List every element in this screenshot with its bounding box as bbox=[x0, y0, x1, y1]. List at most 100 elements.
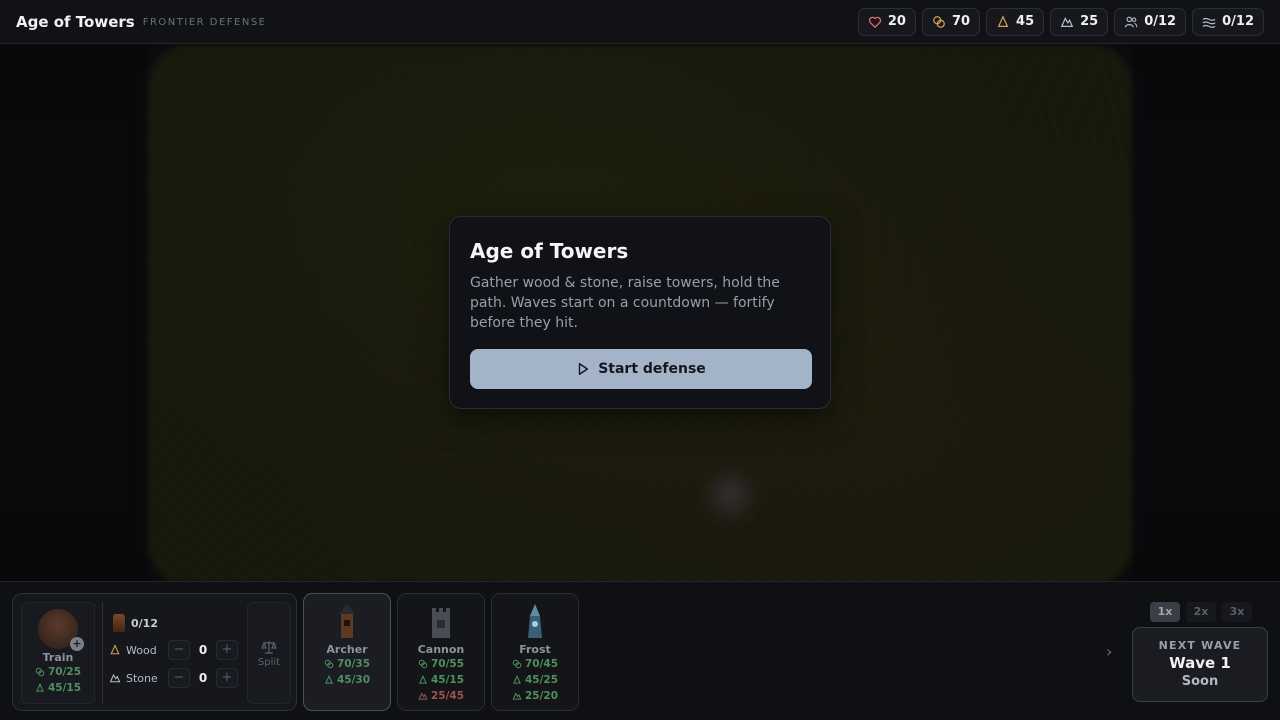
tower-card-cannon[interactable]: Cannon 70/55 45/15 25/45 bbox=[397, 593, 485, 711]
tower-cost-value: 70/45 bbox=[524, 658, 559, 670]
heart-icon bbox=[868, 16, 881, 28]
top-bar: Age of Towers FRONTIER DEFENSE 20 70 45 … bbox=[0, 0, 1280, 44]
train-label: Train bbox=[42, 651, 74, 664]
train-cost-gold: 70/25 bbox=[22, 664, 94, 680]
stat-wood-value: 45 bbox=[1016, 14, 1035, 29]
next-wave-status: Soon bbox=[1181, 674, 1219, 689]
worker-count: 0/12 bbox=[113, 614, 158, 632]
train-cost-wood-value: 45/15 bbox=[47, 682, 82, 694]
coins-icon bbox=[418, 659, 428, 669]
coins-icon bbox=[512, 659, 522, 669]
wood-allocation-value: 0 bbox=[198, 643, 208, 657]
worker-avatar: + bbox=[38, 609, 84, 651]
speed-1x-button[interactable]: 1x bbox=[1150, 602, 1180, 622]
stone-icon bbox=[1060, 16, 1074, 27]
stone-icon bbox=[512, 692, 522, 700]
wood-icon bbox=[36, 683, 44, 692]
tower-cost: 25/20 bbox=[492, 688, 578, 704]
stone-allocation-value: 0 bbox=[198, 671, 208, 685]
train-cost-gold-value: 70/25 bbox=[47, 666, 82, 678]
next-wave-number: Wave 1 bbox=[1169, 654, 1231, 672]
tower-cost-value: 45/30 bbox=[336, 674, 371, 686]
app-title: Age of Towers bbox=[16, 12, 135, 31]
stone-decrement-button[interactable]: − bbox=[168, 668, 190, 688]
waves-icon bbox=[1202, 17, 1216, 28]
speed-3x-button[interactable]: 3x bbox=[1222, 602, 1252, 622]
app-subtitle: FRONTIER DEFENSE bbox=[142, 16, 267, 28]
coins-icon bbox=[35, 667, 45, 677]
tower-cost: 70/45 bbox=[492, 656, 578, 672]
stat-lives: 20 bbox=[857, 7, 916, 36]
workers-icon bbox=[1124, 16, 1138, 27]
frost-tower-icon bbox=[518, 602, 552, 642]
next-wave-label: NEXT WAVE bbox=[1158, 639, 1242, 652]
stat-gold: 70 bbox=[921, 7, 981, 36]
tower-cost: 45/30 bbox=[304, 672, 390, 688]
tower-cost: 70/55 bbox=[398, 656, 484, 672]
tower-cost: 70/35 bbox=[304, 656, 390, 672]
stone-icon bbox=[418, 692, 428, 700]
stone-increment-button[interactable]: + bbox=[216, 668, 238, 688]
stone-allocation: Stone − 0 + bbox=[109, 668, 238, 688]
cannon-tower-icon bbox=[424, 602, 458, 642]
tower-name: Cannon bbox=[417, 643, 465, 656]
archer-tower-icon bbox=[330, 602, 364, 642]
train-panel: + Train 70/25 45/15 0/12 Wood − 0 + Ston… bbox=[12, 593, 297, 711]
stat-stone-value: 25 bbox=[1080, 14, 1099, 29]
stat-workers-value: 0/12 bbox=[1144, 14, 1177, 29]
tower-cost-value: 25/20 bbox=[524, 690, 559, 702]
modal-description: Gather wood & stone, raise towers, hold … bbox=[470, 275, 780, 331]
intro-modal: Age of Towers Gather wood & stone, raise… bbox=[449, 216, 831, 409]
train-cost-wood: 45/15 bbox=[22, 680, 94, 696]
stat-stone: 25 bbox=[1050, 7, 1109, 36]
tower-cost-value: 70/35 bbox=[336, 658, 371, 670]
tower-cost-value: 45/25 bbox=[524, 674, 559, 686]
wood-allocation: Wood − 0 + bbox=[109, 640, 238, 660]
modal-title: Age of Towers bbox=[470, 239, 629, 263]
tower-name: Archer bbox=[326, 643, 368, 656]
tower-cost: 45/15 bbox=[398, 672, 484, 688]
chevron-right-icon[interactable]: › bbox=[1106, 642, 1112, 661]
stone-label: Stone bbox=[126, 671, 158, 685]
play-icon bbox=[579, 363, 589, 375]
tower-name: Frost bbox=[519, 643, 551, 656]
tower-cost: 45/25 bbox=[492, 672, 578, 688]
speed-2x-button[interactable]: 2x bbox=[1186, 602, 1216, 622]
wood-icon bbox=[997, 14, 1009, 27]
speed-controls: 1x 2x 3x bbox=[1150, 602, 1252, 622]
tower-cost-value: 70/55 bbox=[430, 658, 465, 670]
worker-icon bbox=[113, 614, 125, 632]
wood-icon bbox=[513, 675, 521, 684]
coins-icon bbox=[933, 15, 945, 28]
stat-waves: 0/12 bbox=[1192, 7, 1264, 36]
bottom-bar: + Train 70/25 45/15 0/12 Wood − 0 + Ston… bbox=[0, 581, 1280, 720]
wood-decrement-button[interactable]: − bbox=[168, 640, 190, 660]
stat-workers: 0/12 bbox=[1114, 7, 1187, 36]
tower-cost: 25/45 bbox=[398, 688, 484, 704]
wood-label: Wood bbox=[126, 643, 157, 657]
wood-icon bbox=[110, 644, 120, 655]
split-button[interactable]: Split bbox=[247, 602, 291, 704]
resource-stats: 20 70 45 25 0/12 0/12 bbox=[857, 7, 1264, 36]
plus-icon: + bbox=[70, 637, 84, 651]
train-button[interactable]: + Train 70/25 45/15 bbox=[21, 602, 95, 704]
worker-count-value: 0/12 bbox=[131, 616, 158, 630]
tower-card-frost[interactable]: Frost 70/45 45/25 25/20 bbox=[491, 593, 579, 711]
tower-cost-value: 45/15 bbox=[430, 674, 465, 686]
tower-card-archer[interactable]: Archer 70/35 45/30 bbox=[303, 593, 391, 711]
start-defense-button[interactable]: Start defense bbox=[470, 349, 812, 389]
next-wave-button[interactable]: NEXT WAVE Wave 1 Soon bbox=[1132, 627, 1268, 702]
wood-increment-button[interactable]: + bbox=[216, 640, 238, 660]
stat-gold-value: 70 bbox=[951, 14, 971, 29]
divider bbox=[102, 602, 103, 704]
scale-icon bbox=[261, 640, 277, 654]
stat-wood: 45 bbox=[986, 7, 1045, 36]
wood-icon bbox=[419, 675, 427, 684]
stat-waves-value: 0/12 bbox=[1222, 14, 1254, 29]
stone-icon bbox=[109, 673, 121, 683]
wood-icon bbox=[325, 675, 333, 684]
stat-lives-value: 20 bbox=[887, 14, 906, 29]
coins-icon bbox=[324, 659, 334, 669]
split-label: Split bbox=[257, 656, 281, 668]
start-defense-label: Start defense bbox=[598, 361, 706, 377]
